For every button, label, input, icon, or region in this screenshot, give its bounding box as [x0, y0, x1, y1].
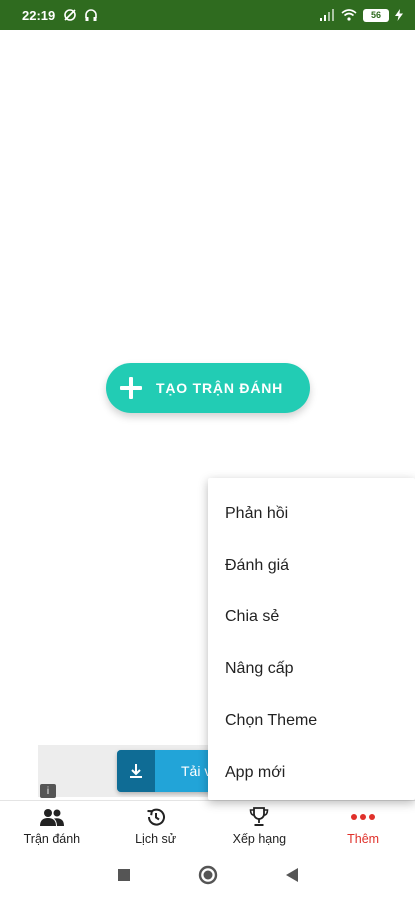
recent-apps-button[interactable] [113, 864, 135, 886]
headphones-icon [85, 9, 98, 21]
ad-info-icon[interactable]: i [40, 784, 56, 798]
system-nav-bar [0, 850, 415, 900]
tab-more[interactable]: Thêm [311, 801, 415, 850]
create-battle-label: TẠO TRẬN ĐÁNH [156, 380, 284, 396]
circle-icon [198, 865, 217, 885]
trophy-icon [250, 807, 269, 826]
status-bar: 22:19 56 [0, 0, 415, 30]
charging-icon [395, 9, 403, 21]
menu-item-feedback[interactable]: Phản hồi [208, 488, 415, 540]
plus-icon [120, 377, 142, 399]
history-icon [147, 808, 165, 826]
tab-battles-label: Trận đánh [23, 832, 81, 846]
tab-ranking-label: Xếp hạng [232, 832, 287, 846]
people-icon [39, 809, 64, 826]
status-time: 22:19 [22, 7, 56, 23]
bottom-nav: Trận đánh Lịch sử Xếp hạng Thêm [0, 800, 415, 850]
triangle-back-icon [285, 868, 298, 882]
wifi-icon [341, 9, 357, 21]
tab-history[interactable]: Lịch sử [104, 801, 208, 850]
signal-icon [320, 9, 334, 21]
battery-indicator: 56 [363, 8, 389, 22]
more-dots-icon [351, 814, 376, 820]
tab-more-label: Thêm [347, 832, 380, 846]
sync-off-icon [64, 9, 77, 21]
tab-history-label: Lịch sử [135, 832, 177, 846]
download-icon [130, 764, 142, 778]
ad-download-label: Tải v [181, 763, 212, 779]
square-icon [117, 869, 130, 881]
back-button[interactable] [281, 864, 303, 886]
menu-item-rate[interactable]: Đánh giá [208, 540, 415, 592]
home-button[interactable] [197, 864, 219, 886]
tab-ranking[interactable]: Xếp hạng [208, 801, 312, 850]
overflow-menu: Phản hồi Đánh giá Chia sẻ Nâng cấp Chọn … [208, 478, 415, 800]
tab-battles[interactable]: Trận đánh [0, 801, 104, 850]
menu-item-choose-theme[interactable]: Chọn Theme [208, 695, 415, 747]
menu-item-share[interactable]: Chia sẻ [208, 592, 415, 644]
menu-item-new-app[interactable]: App mới [208, 747, 415, 799]
menu-item-upgrade[interactable]: Nâng cấp [208, 643, 415, 695]
create-battle-button[interactable]: TẠO TRẬN ĐÁNH [106, 363, 310, 413]
